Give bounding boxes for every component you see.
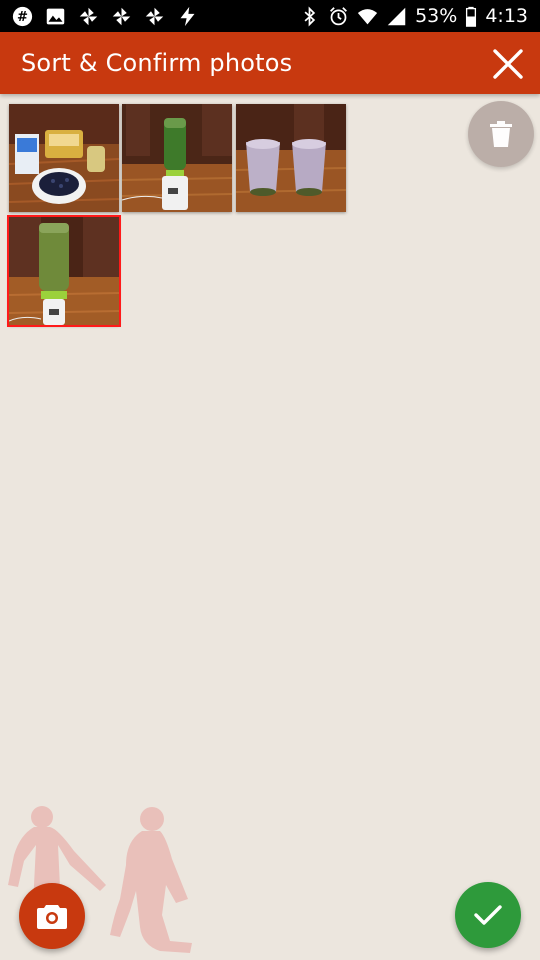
camera-icon	[37, 905, 67, 929]
app-bar: Sort & Confirm photos	[0, 32, 540, 94]
camera-button[interactable]	[19, 883, 85, 949]
delete-photo-button[interactable]	[468, 101, 534, 167]
trash-icon	[490, 121, 512, 147]
confirm-button[interactable]	[455, 882, 521, 948]
pinwheel-icon	[78, 6, 99, 27]
svg-text:#: #	[17, 9, 28, 24]
photo-thumbnail-green-smoothie-closeup[interactable]	[7, 215, 121, 327]
battery-icon	[465, 6, 477, 27]
pinwheel-icon	[144, 6, 165, 27]
signal-icon	[386, 6, 407, 27]
page-title: Sort & Confirm photos	[21, 49, 293, 77]
image-icon	[45, 6, 66, 27]
photo-thumbnail-green-smoothie-blender[interactable]	[122, 104, 232, 212]
notification-icons: #	[0, 6, 198, 27]
flash-icon	[177, 6, 198, 27]
bluetooth-icon	[299, 6, 320, 27]
system-icons: 53% 4:13	[299, 5, 540, 27]
status-bar: # 53% 4:13	[0, 0, 540, 32]
alarm-icon	[328, 6, 349, 27]
photo-thumbnail-ingredients[interactable]	[9, 104, 119, 212]
photo-thumbnail-purple-smoothies[interactable]	[236, 104, 346, 212]
close-icon	[493, 49, 523, 79]
check-icon	[474, 905, 502, 925]
pinwheel-icon	[111, 6, 132, 27]
slack-icon: #	[12, 6, 33, 27]
clock: 4:13	[485, 5, 528, 27]
battery-percent: 53%	[415, 5, 458, 27]
wifi-icon	[357, 6, 378, 27]
close-button[interactable]	[490, 46, 526, 82]
